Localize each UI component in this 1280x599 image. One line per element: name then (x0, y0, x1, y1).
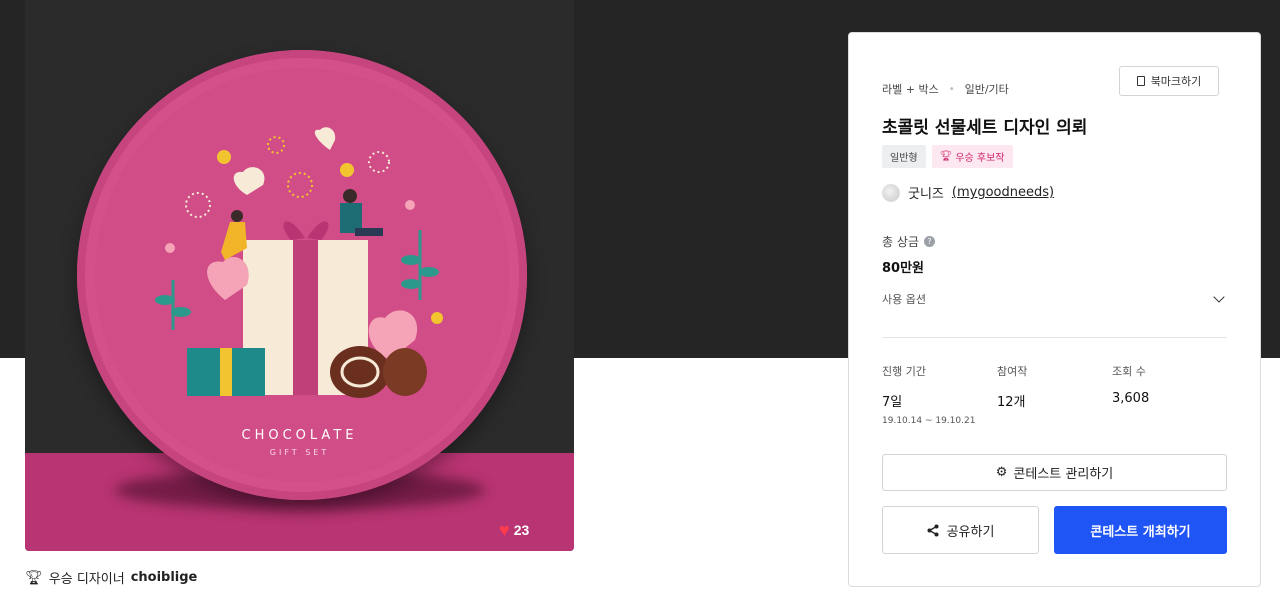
options-dropdown[interactable]: 사용 옵션 (882, 291, 1227, 307)
stat-entries-label: 참여작 (997, 365, 1028, 378)
prize-label: 총 상금 ? (882, 233, 935, 250)
stat-period: 진행 기간 7일 19.10.14 ~ 19.10.21 (882, 363, 997, 426)
owner-handle[interactable]: (mygoodneeds) (952, 185, 1054, 200)
stat-views-value: 3,608 (1112, 391, 1150, 406)
gear-icon: ⚙ (995, 465, 1008, 480)
chocolate-1 (330, 346, 390, 398)
chevron-down-icon[interactable] (1213, 291, 1225, 303)
stat-views: 조회 수 3,608 (1112, 363, 1227, 426)
share-button[interactable]: 공유하기 (882, 506, 1039, 554)
stat-period-range: 19.10.14 ~ 19.10.21 (882, 416, 976, 426)
category-primary[interactable]: 라벨 + 박스 (882, 81, 939, 97)
boy-figure (343, 189, 357, 203)
contest-title: 초콜릿 선물세트 디자인 의뢰 (882, 118, 1088, 138)
artwork-title: CHOCOLATE (241, 428, 358, 443)
manage-contest-label: 콘테스트 관리하기 (1013, 467, 1114, 482)
stat-entries-value: 12개 (997, 395, 1026, 410)
separator-dot: • (948, 83, 955, 95)
gift-ribbon (293, 240, 318, 395)
like-counter[interactable]: ♥ 23 (499, 521, 529, 539)
girl-figure (231, 210, 243, 222)
gift-illustration (155, 127, 443, 398)
prize-label-text: 총 상금 (882, 235, 919, 249)
host-contest-button[interactable]: 콘테스트 개최하기 (1054, 506, 1227, 554)
heart-mid (233, 167, 265, 195)
trophy-icon: 🏆︎ (25, 569, 43, 586)
stat-views-label: 조회 수 (1112, 365, 1146, 378)
tag-type: 일반형 (882, 145, 926, 168)
contest-stats: 진행 기간 7일 19.10.14 ~ 19.10.21 참여작 12개 조회 … (882, 363, 1227, 426)
contest-tags: 일반형 🏆︎ 우승 후보작 (882, 145, 1013, 168)
owner-name: 굿니즈 (908, 187, 944, 202)
bookmark-button[interactable]: 북마크하기 (1119, 66, 1219, 96)
bookmark-icon (1136, 76, 1145, 86)
gift-bow (283, 221, 329, 240)
tag-candidate: 🏆︎ 우승 후보작 (931, 145, 1013, 168)
small-gift-ribbon (220, 348, 232, 396)
options-label: 사용 옵션 (882, 293, 926, 306)
contest-artwork[interactable]: CHOCOLATE GIFT SET (25, 0, 574, 551)
contest-owner[interactable]: 굿니즈 (mygoodneeds) (882, 183, 1054, 202)
divider (882, 337, 1227, 338)
share-icon (927, 524, 939, 536)
prize-value: 80만원 (882, 261, 925, 276)
share-label: 공유하기 (946, 524, 995, 540)
winner-label: 우승 디자이너 (48, 572, 125, 587)
manage-contest-button[interactable]: ⚙ 콘테스트 관리하기 (882, 454, 1227, 491)
avatar[interactable] (882, 183, 900, 202)
stat-entries: 참여작 12개 (997, 363, 1112, 426)
like-count: 23 (513, 522, 530, 538)
heart-top (314, 127, 336, 150)
help-icon[interactable]: ? (923, 236, 935, 247)
heart-left (207, 256, 249, 300)
host-contest-label: 콘테스트 개최하기 (1090, 524, 1191, 540)
stat-period-label: 진행 기간 (882, 365, 926, 378)
tag-candidate-label: 우승 후보작 (955, 153, 1005, 164)
winner-designer: 🏆︎ 우승 디자이너 choiblige (25, 568, 198, 588)
chocolate-2 (383, 348, 427, 396)
trophy-icon: 🏆︎ (939, 151, 953, 162)
contest-info-panel: 라벨 + 박스 • 일반/기타 북마크하기 초콜릿 선물세트 디자인 의뢰 일반… (848, 32, 1261, 587)
bookmark-label: 북마크하기 (1150, 75, 1202, 88)
stat-period-value: 7일 (882, 395, 903, 410)
category-breadcrumb: 라벨 + 박스 • 일반/기타 (882, 81, 1009, 97)
category-secondary[interactable]: 일반/기타 (965, 81, 1009, 97)
heart-icon[interactable]: ♥ (499, 521, 510, 539)
artwork-subtitle: GIFT SET (269, 448, 330, 457)
winner-name[interactable]: choiblige (131, 570, 198, 585)
